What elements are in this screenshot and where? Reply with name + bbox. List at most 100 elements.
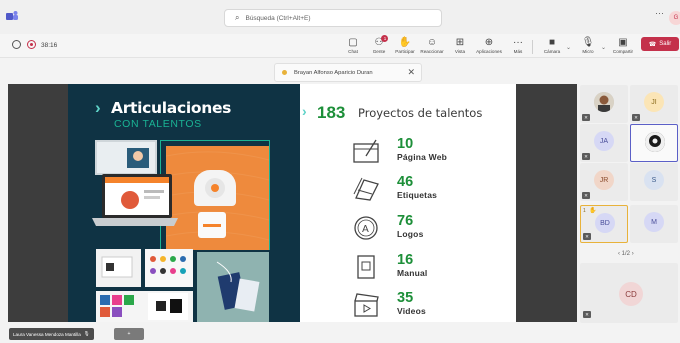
- stat-web-pages: 10 Página Web: [352, 134, 502, 168]
- participant-avatar: S: [644, 170, 664, 190]
- share-button[interactable]: ▣ Compartir: [608, 36, 638, 54]
- participant-tile[interactable]: JA ✕: [580, 124, 628, 162]
- participant-tile[interactable]: M: [630, 205, 678, 243]
- participant-tile[interactable]: S: [630, 163, 678, 201]
- title-arrow-icon: ›: [95, 98, 101, 117]
- add-participant-chip[interactable]: +: [114, 328, 144, 340]
- people-icon: ⚇ 1: [375, 35, 389, 49]
- participant-avatar: BD: [595, 213, 615, 233]
- shield-icon[interactable]: [12, 40, 21, 49]
- more-options-icon[interactable]: ···: [655, 8, 664, 18]
- video-clapper-icon: [354, 293, 379, 317]
- slide-subtitle: CON TALENTOS: [114, 118, 202, 130]
- total-projects-label: Proyectos de talentos: [358, 106, 483, 120]
- logo-icon: A: [354, 216, 378, 240]
- mic-off-icon: ✕: [632, 114, 640, 121]
- search-placeholder: Búsqueda (Ctrl+Alt+E): [245, 14, 311, 22]
- web-page-icon: [353, 139, 379, 163]
- participant-avatar: M: [644, 212, 664, 232]
- raise-hand-button[interactable]: ✋ Participar: [390, 36, 420, 54]
- mic-off-icon: ✕: [582, 153, 590, 160]
- participant-tile[interactable]: JI ✕: [630, 85, 678, 123]
- chevron-left-icon[interactable]: ‹: [618, 251, 620, 257]
- raised-hand-icon: ✋: [589, 208, 597, 214]
- participant-avatar: JA: [594, 131, 614, 151]
- mic-off-icon: ✕: [583, 233, 591, 240]
- apps-button[interactable]: ⊕ Aplicaciones: [474, 36, 504, 54]
- svg-text:A: A: [362, 224, 369, 235]
- mic-icon: 🎙: [83, 331, 90, 336]
- hand-icon: ✋: [398, 37, 412, 48]
- meeting-timer: 38:16: [41, 42, 58, 49]
- view-button[interactable]: ⊞ Vista: [445, 36, 475, 54]
- people-count-badge: 1: [381, 35, 389, 42]
- react-button[interactable]: ☺ Reaccionar: [417, 36, 447, 54]
- raised-hand-count: 1: [583, 208, 586, 214]
- manual-icon: [357, 255, 375, 279]
- teams-logo-icon: [6, 11, 18, 20]
- stat-tags: 46 Etiquetas: [352, 172, 502, 206]
- lamp-photo: [194, 170, 236, 206]
- ellipsis-icon: ···: [513, 37, 523, 48]
- bottom-bar: Laura Vanessa Mendoza Mantilla 🎙 +: [0, 324, 680, 343]
- stat-manuals: 16 Manual: [352, 250, 502, 284]
- participant-tile[interactable]: JR ✕: [580, 163, 628, 201]
- more-button[interactable]: ··· Más: [503, 36, 533, 54]
- gallery-pager[interactable]: ‹ 1/2 ›: [618, 251, 634, 257]
- participant-photo: [645, 132, 665, 152]
- title-bar: ⌕ Búsqueda (Ctrl+Alt+E) ··· G: [0, 0, 680, 34]
- stats-arrow-icon: ›: [302, 103, 307, 119]
- stat-videos: 35 Videos: [352, 288, 502, 322]
- search-icon: ⌕: [235, 13, 240, 22]
- mic-off-icon: ✕: [583, 311, 591, 318]
- participant-tile[interactable]: ✕: [580, 85, 628, 123]
- page-indicator: 1/2: [621, 251, 631, 257]
- mic-off-icon: ✕: [582, 114, 590, 121]
- presenter-indicator-icon: [282, 70, 287, 75]
- grid-view-icon: ⊞: [455, 37, 465, 48]
- mug-photo: [198, 212, 226, 238]
- close-icon[interactable]: ✕: [407, 67, 415, 78]
- search-input[interactable]: ⌕ Búsqueda (Ctrl+Alt+E): [224, 9, 442, 27]
- camera-options-chevron-icon[interactable]: ⌄: [566, 44, 571, 51]
- mic-button[interactable]: 🎙 Micro: [573, 36, 603, 54]
- share-screen-icon: ▣: [618, 37, 628, 48]
- logos-photo: [96, 291, 193, 322]
- mic-options-chevron-icon[interactable]: ⌄: [601, 44, 606, 51]
- participant-avatar: CD: [619, 282, 643, 306]
- tags-icon: [353, 177, 379, 201]
- chevron-right-icon[interactable]: ›: [632, 251, 634, 257]
- phone-hangup-icon: ☎: [648, 41, 657, 48]
- participant-photo: [594, 92, 614, 112]
- apps-plus-icon: ⊕: [484, 37, 494, 48]
- presenter-name: Brayan Alfonso Aparicio Duran: [294, 69, 373, 76]
- total-projects-number: 183: [317, 103, 346, 122]
- hang-tag-photo: [197, 252, 269, 322]
- monitor-photo: [95, 140, 157, 175]
- camera-button[interactable]: ■ Cámara: [537, 36, 567, 54]
- participant-avatar: JR: [594, 170, 614, 190]
- leave-button[interactable]: ☎ Salir: [641, 37, 679, 51]
- slide-title: Articulaciones: [111, 99, 232, 117]
- chat-icon: ▢: [348, 37, 358, 48]
- color-swatch-photo: [145, 249, 193, 287]
- mic-off-icon: ✕: [582, 192, 590, 199]
- laptop-photo: [90, 172, 180, 232]
- toolbar-divider: [532, 40, 533, 54]
- self-name-chip[interactable]: Laura Vanessa Mendoza Mantilla 🎙: [9, 328, 94, 340]
- presenter-banner: Brayan Alfonso Aparicio Duran ✕: [274, 63, 422, 82]
- recording-icon: [27, 40, 36, 49]
- stat-logos: A 76 Logos: [352, 211, 502, 245]
- business-card-photo: [96, 249, 141, 287]
- meeting-toolbar: 38:16 ▢ Chat ⚇ 1 Gente ✋ Participar ☺ Rea…: [0, 34, 680, 58]
- slide-left-panel: › Articulaciones CON TALENTOS: [68, 84, 300, 322]
- profile-avatar[interactable]: G: [669, 11, 680, 25]
- camera-off-icon: ■: [548, 37, 556, 48]
- participant-tile-large[interactable]: CD ✕: [580, 263, 678, 323]
- mic-off-icon: 🎙: [581, 37, 595, 48]
- shared-screen: › Articulaciones CON TALENTOS › 183 Proy…: [8, 84, 577, 322]
- smiley-icon: ☺: [426, 37, 438, 48]
- participant-tile-hand-raised[interactable]: 1 ✋ BD ✕: [580, 205, 628, 243]
- participant-tile-active[interactable]: [630, 124, 678, 162]
- participant-avatar: JI: [644, 92, 664, 112]
